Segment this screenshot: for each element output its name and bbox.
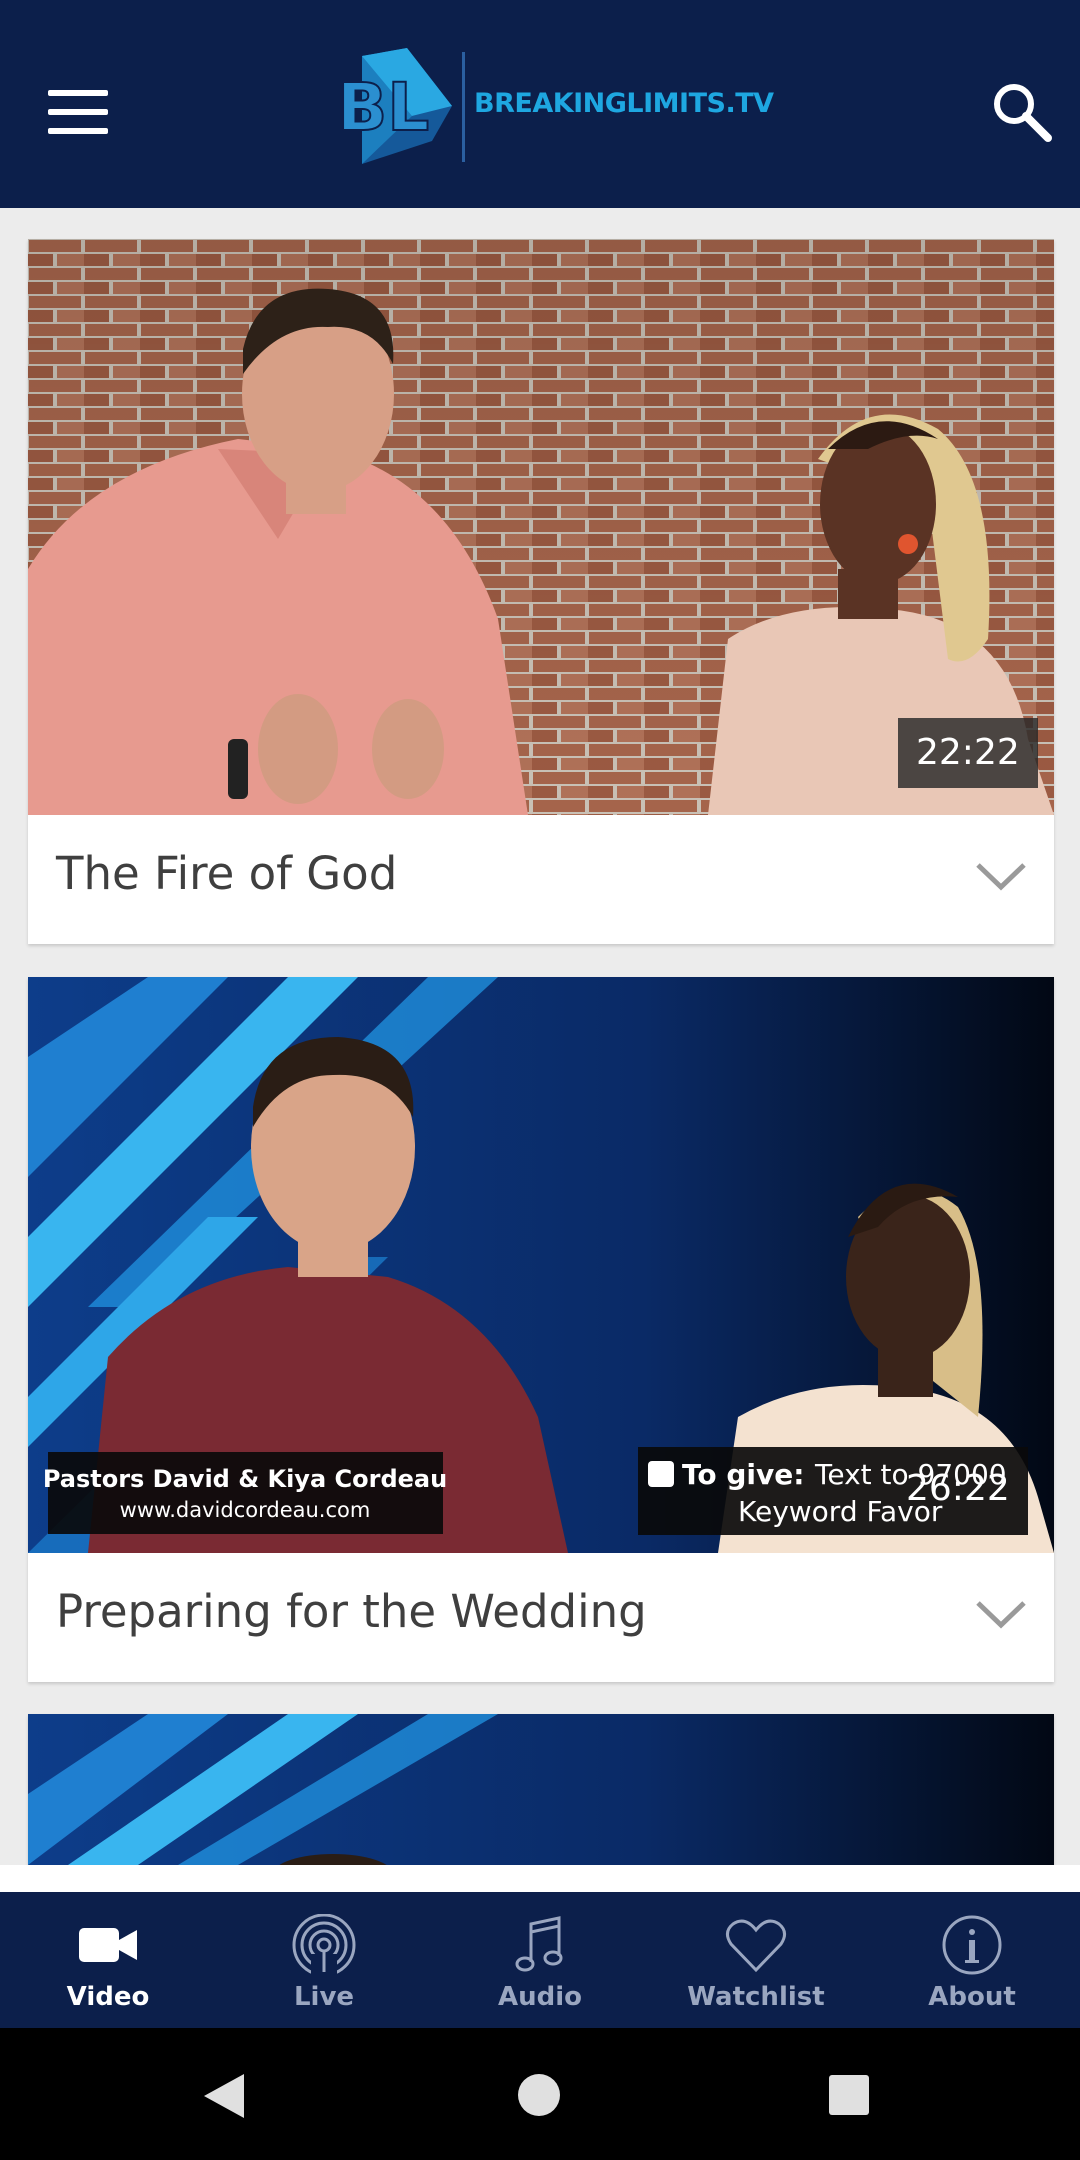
video-thumbnail[interactable] (28, 1714, 1054, 1865)
system-navigation-bar (0, 2028, 1080, 2160)
video-duration: 26:22 (906, 1468, 1010, 1509)
video-camera-icon (79, 1928, 137, 1962)
brand-name: BREAKINGLIMITS.TV (474, 88, 774, 119)
video-title[interactable]: The Fire of God (56, 847, 397, 900)
heart-icon (726, 1919, 786, 1973)
video-duration: 22:22 (898, 718, 1038, 788)
nav-video[interactable]: Video (0, 1892, 216, 2028)
nav-watchlist[interactable]: Watchlist (648, 1892, 864, 2028)
nav-live[interactable]: Live (216, 1892, 432, 2028)
content-divider (0, 1865, 1080, 1892)
nav-audio[interactable]: Audio (432, 1892, 648, 2028)
lower-third-website: www.davidcordeau.com (120, 1498, 371, 1522)
hamburger-menu-icon[interactable] (48, 90, 108, 134)
video-card[interactable]: 22:22 The Fire of God (28, 239, 1054, 944)
nav-about[interactable]: About (864, 1892, 1080, 2028)
give-prefix: To give: (682, 1458, 804, 1491)
nav-label: Live (293, 1982, 355, 2012)
home-icon[interactable] (517, 2073, 561, 2117)
video-card[interactable] (28, 1714, 1054, 1865)
thumbnail-image (28, 1714, 1054, 1865)
nav-label: Video (66, 1982, 150, 2012)
info-icon (942, 1915, 1002, 1975)
chevron-down-icon[interactable] (974, 859, 1028, 893)
video-card[interactable]: Pastors David & Kiya Cordeau www.davidco… (28, 977, 1054, 1682)
search-icon[interactable] (990, 80, 1054, 144)
lower-third-names: Pastors David & Kiya Cordeau (43, 1465, 447, 1493)
logo-monogram: BL (337, 69, 429, 146)
live-broadcast-icon (292, 1914, 356, 1976)
video-thumbnail[interactable]: 22:22 (28, 239, 1054, 815)
recents-icon[interactable] (828, 2074, 870, 2116)
chevron-down-icon[interactable] (974, 1597, 1028, 1631)
nav-label: About (928, 1982, 1016, 2012)
back-icon[interactable] (200, 2072, 246, 2120)
bottom-navigation: Video Live Audio Watchlist About (0, 1892, 1080, 2028)
video-title[interactable]: Preparing for the Wedding (56, 1585, 647, 1638)
nav-label: Watchlist (687, 1982, 825, 2012)
music-note-icon (515, 1916, 563, 1972)
app-header: BL BREAKINGLIMITS.TV (0, 0, 1080, 208)
nav-label: Audio (497, 1982, 583, 2012)
video-thumbnail[interactable]: Pastors David & Kiya Cordeau www.davidco… (28, 977, 1054, 1553)
